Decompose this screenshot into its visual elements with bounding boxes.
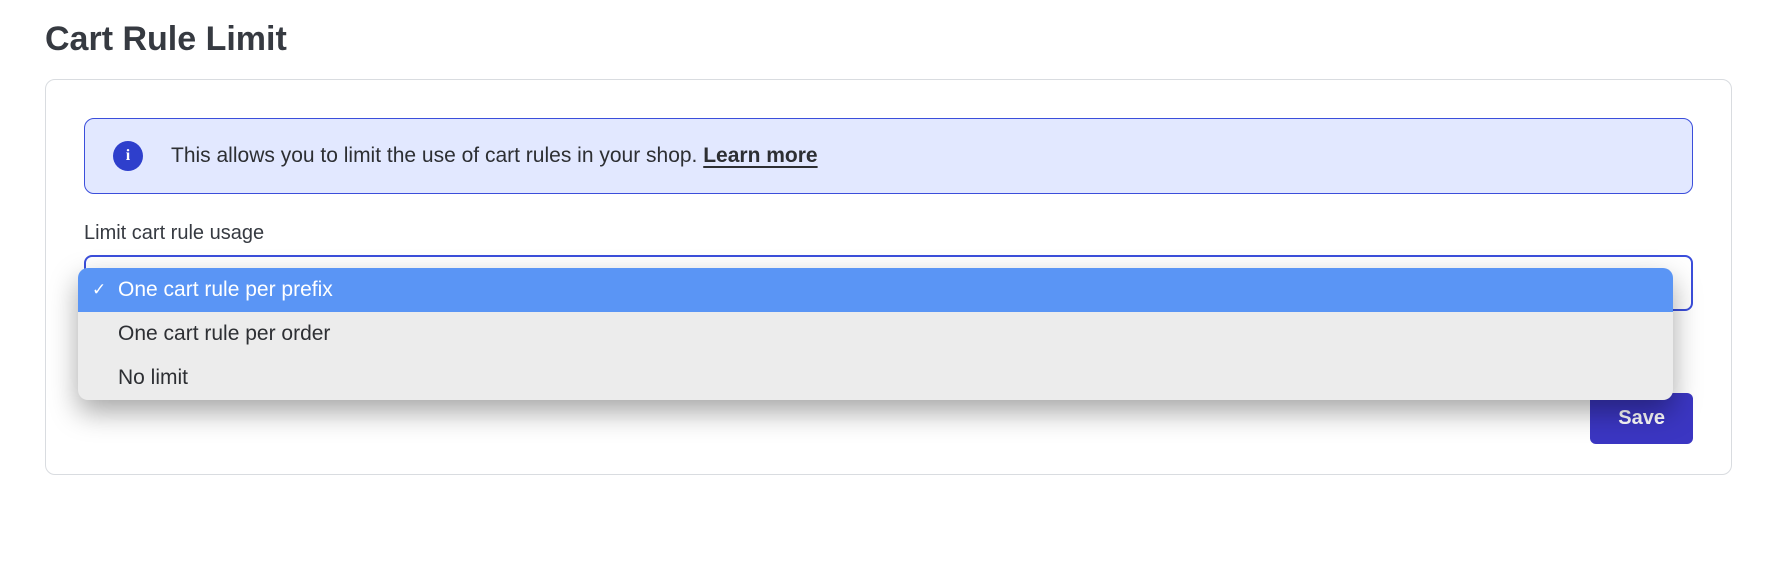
select-option-per-order[interactable]: One cart rule per order	[78, 312, 1673, 356]
option-label: One cart rule per order	[118, 322, 330, 345]
limit-select[interactable]: ✓ One cart rule per prefix One cart rule…	[84, 255, 1693, 311]
save-button[interactable]: Save	[1590, 393, 1693, 444]
field-label-limit: Limit cart rule usage	[84, 222, 1693, 245]
select-option-no-limit[interactable]: No limit	[78, 356, 1673, 400]
settings-card: i This allows you to limit the use of ca…	[45, 79, 1732, 475]
page-title: Cart Rule Limit	[45, 20, 1732, 59]
info-icon: i	[113, 141, 143, 171]
option-label: One cart rule per prefix	[118, 278, 333, 301]
option-label: No limit	[118, 366, 188, 389]
select-option-per-prefix[interactable]: ✓ One cart rule per prefix	[78, 268, 1673, 312]
select-dropdown: ✓ One cart rule per prefix One cart rule…	[78, 268, 1673, 400]
info-banner-message: This allows you to limit the use of cart…	[171, 144, 703, 167]
learn-more-link[interactable]: Learn more	[703, 144, 817, 167]
info-banner-text: This allows you to limit the use of cart…	[171, 144, 818, 168]
check-icon: ✓	[92, 280, 106, 300]
info-banner: i This allows you to limit the use of ca…	[84, 118, 1693, 194]
